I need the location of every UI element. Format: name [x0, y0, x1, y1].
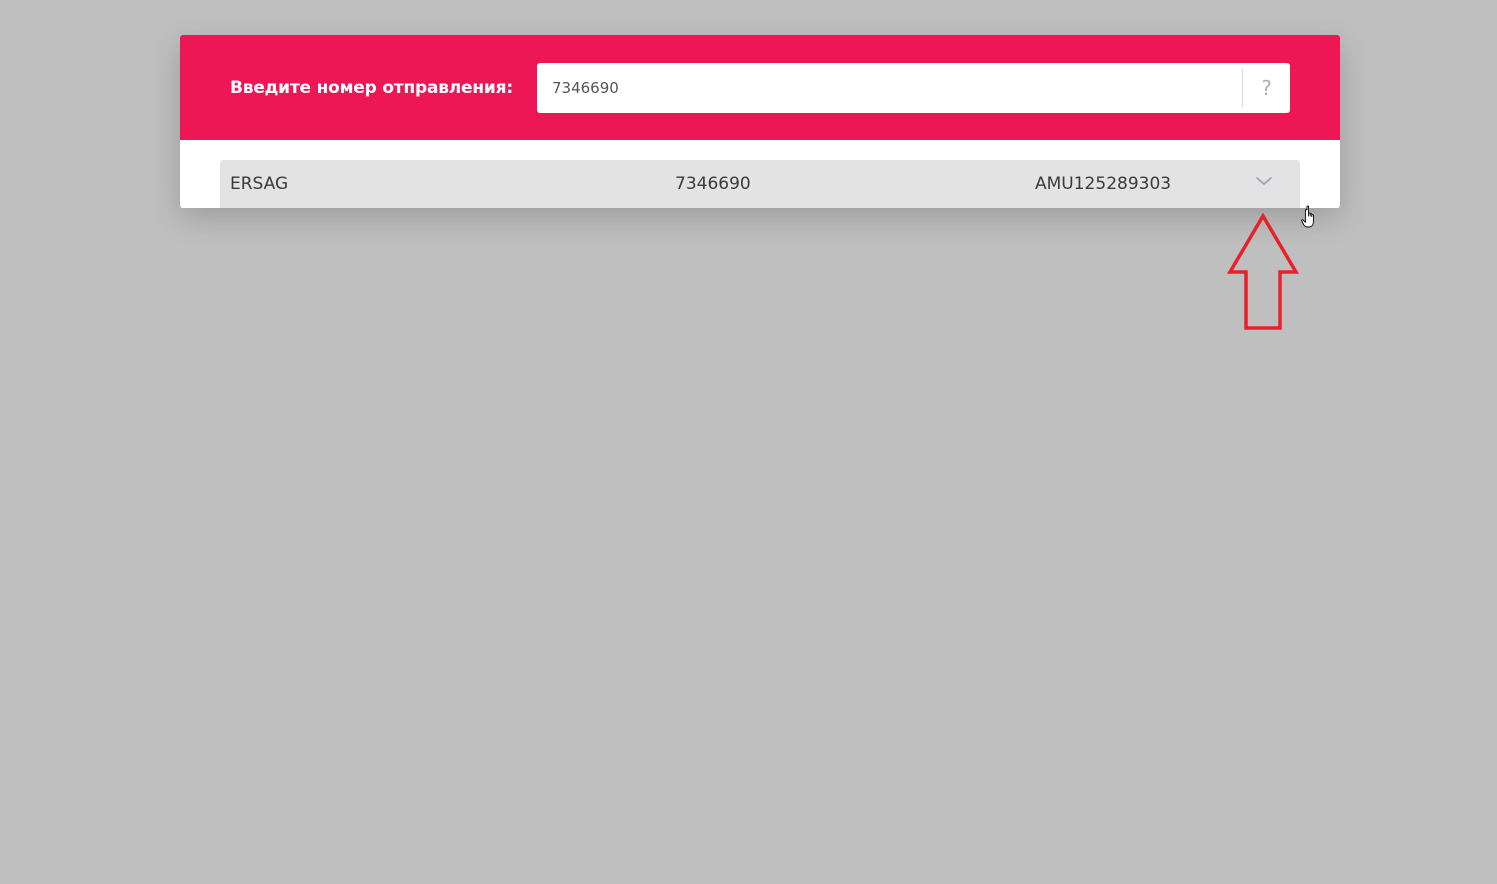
tracking-search-box: ?: [537, 63, 1290, 113]
results-panel: ERSAG 7346690 AMU125289303: [180, 140, 1340, 208]
result-row[interactable]: ERSAG 7346690 AMU125289303: [220, 160, 1300, 208]
tracking-number-input[interactable]: [537, 63, 1242, 113]
annotation-up-arrow-icon: [1226, 212, 1300, 330]
chevron-down-icon[interactable]: [1255, 175, 1273, 187]
tracking-card: Введите номер отправления: ? ERSAG 73466…: [180, 35, 1340, 208]
result-company: ERSAG: [230, 174, 289, 194]
tracking-header: Введите номер отправления: ?: [180, 35, 1340, 140]
tracking-input-label: Введите номер отправления:: [230, 78, 513, 98]
help-button[interactable]: ?: [1243, 63, 1290, 113]
result-tracking-code: AMU125289303: [1035, 174, 1172, 194]
hand-cursor-icon: [1301, 205, 1314, 228]
result-number: 7346690: [675, 174, 751, 194]
